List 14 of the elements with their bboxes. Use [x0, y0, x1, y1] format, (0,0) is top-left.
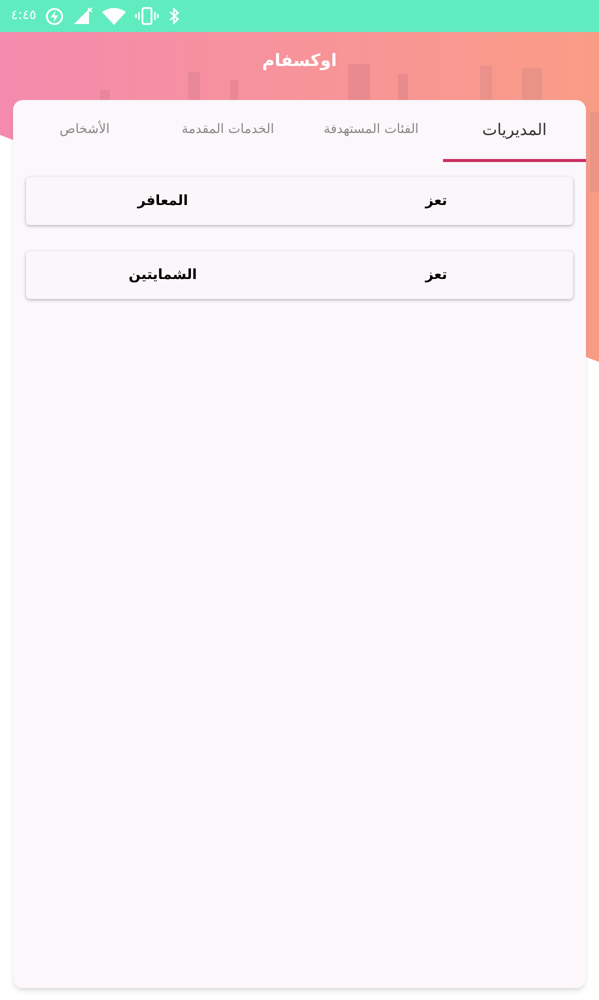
signal-icon [73, 7, 94, 25]
card-text: تعز [425, 192, 448, 210]
app-title: اوكسفام [262, 50, 337, 74]
wifi-icon [102, 8, 126, 24]
card-text: تعز [425, 266, 448, 284]
list-card[interactable]: تعز الشمايتين [26, 251, 573, 299]
list-card[interactable]: تعز المعافر [26, 177, 573, 225]
card-text: المعافر [138, 192, 188, 210]
vibrate-icon [135, 7, 160, 25]
battery-saver-icon [45, 6, 64, 26]
tab[interactable]: المديريات [442, 100, 586, 162]
card-text: الشمايتين [128, 266, 197, 284]
bluetooth-icon [168, 7, 180, 25]
clock-time: ٤:٤٥ [11, 7, 36, 26]
